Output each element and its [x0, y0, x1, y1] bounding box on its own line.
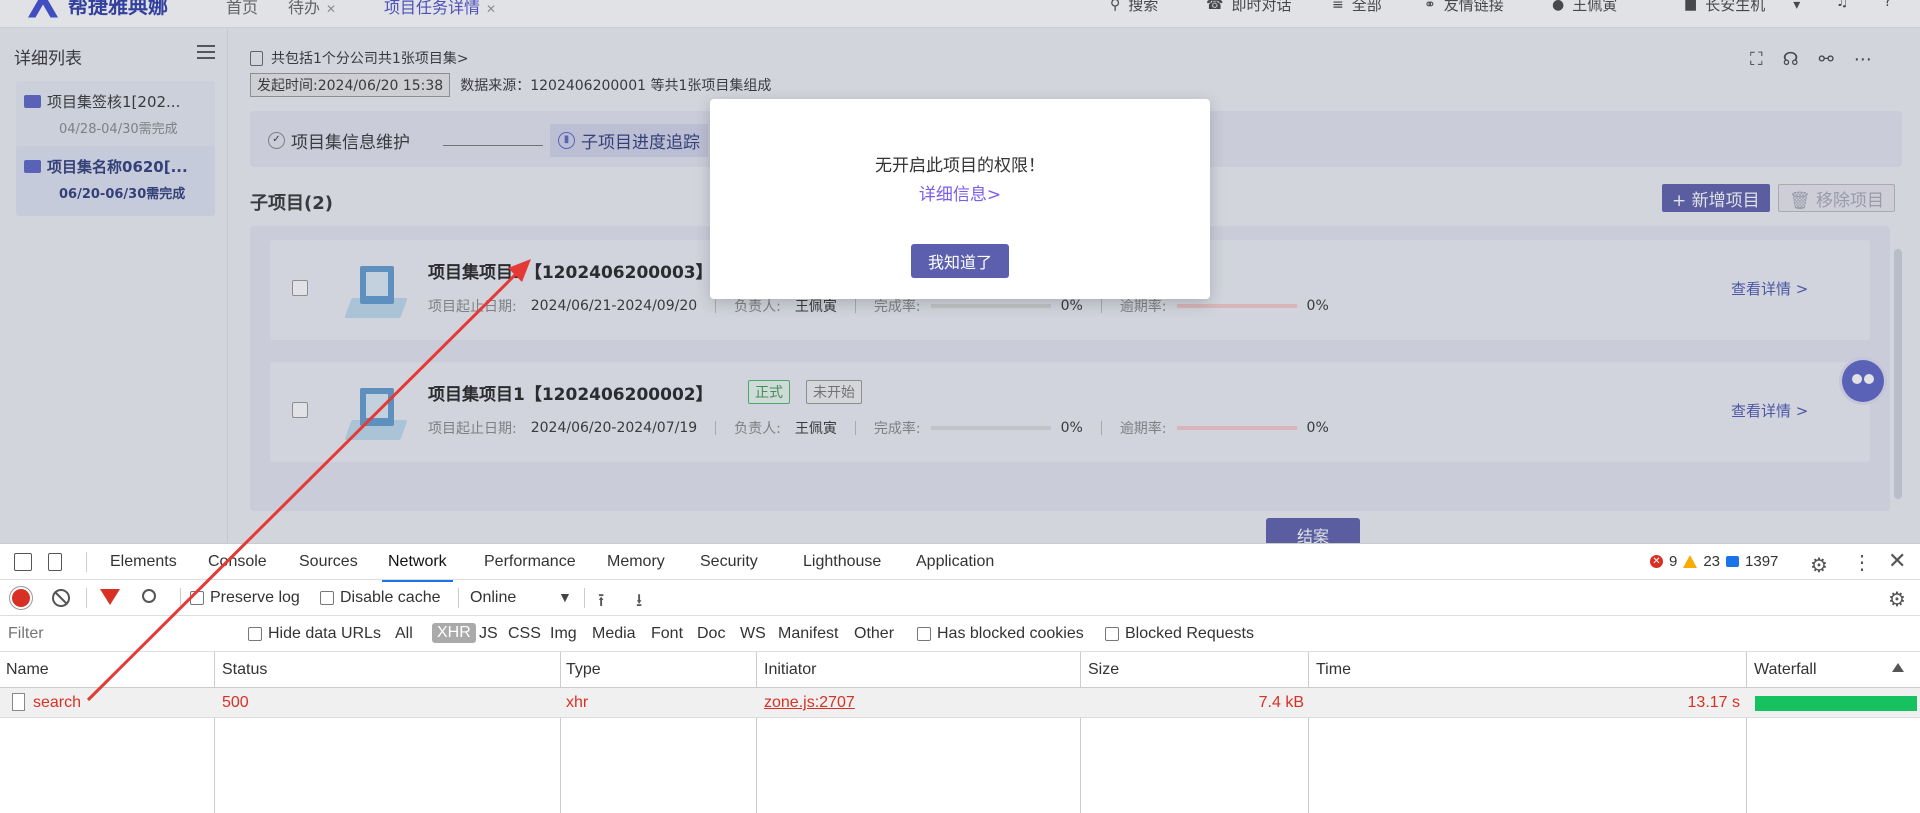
filter-icon[interactable] — [100, 589, 120, 605]
export-har-icon[interactable]: ⭳ — [636, 588, 642, 618]
tab-memory[interactable]: Memory — [607, 553, 665, 571]
col-type[interactable]: Type — [566, 661, 601, 679]
throttling-select[interactable]: Online — [470, 589, 516, 607]
hide-data-urls-checkbox[interactable]: Hide data URLs — [248, 625, 381, 643]
filter-img[interactable]: Img — [550, 625, 577, 643]
filter-doc[interactable]: Doc — [697, 625, 725, 643]
filter-input[interactable] — [4, 622, 230, 646]
tab-performance[interactable]: Performance — [484, 553, 576, 571]
filter-all[interactable]: All — [395, 625, 413, 643]
request-time: 13.17 s — [1687, 694, 1740, 711]
request-status: 500 — [222, 694, 249, 711]
device-toolbar-icon[interactable] — [48, 553, 62, 571]
chevron-down-icon[interactable]: ▼ — [558, 589, 572, 605]
console-counts[interactable]: ✕ 9 23 1397 — [1650, 553, 1778, 570]
more-vertical-icon[interactable]: ⋮ — [1852, 550, 1872, 575]
request-size: 7.4 kB — [1258, 694, 1304, 711]
table-row[interactable]: search 500 xhr zone.js:2707 7.4 kB 13.17… — [0, 688, 1920, 718]
table-header: Name Status Type Initiator Size Time Wat… — [0, 652, 1920, 688]
col-waterfall[interactable]: Waterfall — [1754, 661, 1817, 679]
dialog-message: 无开启此项目的权限！ — [875, 156, 1045, 176]
filter-manifest[interactable]: Manifest — [778, 625, 838, 643]
tab-lighthouse[interactable]: Lighthouse — [803, 553, 881, 571]
record-button[interactable] — [12, 589, 30, 607]
permission-dialog: 无开启此项目的权限！ 详细信息> 我知道了 — [710, 99, 1210, 299]
network-settings-icon[interactable]: ⚙ — [1888, 587, 1906, 612]
col-name[interactable]: Name — [6, 661, 49, 679]
tab-security[interactable]: Security — [700, 553, 758, 571]
filter-js[interactable]: JS — [479, 625, 498, 643]
preserve-log-checkbox[interactable]: Preserve log — [190, 589, 300, 607]
filter-xhr[interactable]: XHR — [432, 623, 476, 643]
filter-media[interactable]: Media — [592, 625, 636, 643]
col-initiator[interactable]: Initiator — [764, 661, 816, 679]
request-initiator[interactable]: zone.js:2707 — [764, 694, 855, 712]
search-icon[interactable] — [142, 589, 156, 603]
waterfall-bar — [1755, 696, 1917, 711]
request-name[interactable]: search — [33, 694, 81, 712]
col-time[interactable]: Time — [1316, 661, 1351, 679]
settings-gear-icon[interactable]: ⚙ — [1810, 553, 1828, 578]
message-icon — [1726, 556, 1740, 567]
devtools-tabbar: Elements Console Sources Network Perform… — [0, 544, 1920, 582]
request-type: xhr — [566, 694, 589, 711]
tab-application[interactable]: Application — [916, 553, 994, 571]
file-icon — [12, 693, 25, 711]
inspect-icon[interactable] — [14, 553, 32, 571]
tab-sources[interactable]: Sources — [299, 553, 358, 571]
clear-icon[interactable] — [52, 589, 70, 607]
network-filter-bar: Hide data URLs All XHR JS CSS Img Media … — [0, 616, 1920, 652]
filter-css[interactable]: CSS — [508, 625, 541, 643]
filter-font[interactable]: Font — [651, 625, 683, 643]
warning-icon — [1683, 555, 1698, 568]
disable-cache-checkbox[interactable]: Disable cache — [320, 589, 441, 607]
has-blocked-cookies-checkbox[interactable]: Has blocked cookies — [917, 625, 1084, 643]
col-status[interactable]: Status — [222, 661, 267, 679]
details-link[interactable]: 详细信息> — [710, 180, 1210, 205]
tab-console[interactable]: Console — [208, 553, 267, 571]
col-size[interactable]: Size — [1088, 661, 1119, 679]
filter-other[interactable]: Other — [854, 625, 894, 643]
filter-ws[interactable]: WS — [740, 625, 766, 643]
tab-network[interactable]: Network — [382, 553, 453, 582]
tab-elements[interactable]: Elements — [110, 553, 177, 571]
network-requests-table: Name Status Type Initiator Size Time Wat… — [0, 652, 1920, 813]
error-icon: ✕ — [1650, 555, 1663, 568]
import-har-icon[interactable]: ⭱ — [598, 588, 604, 618]
acknowledge-button[interactable]: 我知道了 — [911, 244, 1009, 278]
app-window: 帮捷雅典娜 首页 待办 ✕ 项目任务详情 ✕ ⚲ 搜索 ☎ 即时对话 ≡ 全部 ⚭ 友情链接… — [0, 0, 1920, 543]
devtools-panel: Elements Console Sources Network Perform… — [0, 543, 1920, 813]
sort-ascending-icon[interactable] — [1892, 663, 1904, 672]
network-toolbar: Preserve log Disable cache Online ▼ ⭱ ⭳ … — [0, 580, 1920, 616]
blocked-requests-checkbox[interactable]: Blocked Requests — [1105, 625, 1254, 643]
close-devtools-icon[interactable]: ✕ — [1888, 548, 1906, 574]
